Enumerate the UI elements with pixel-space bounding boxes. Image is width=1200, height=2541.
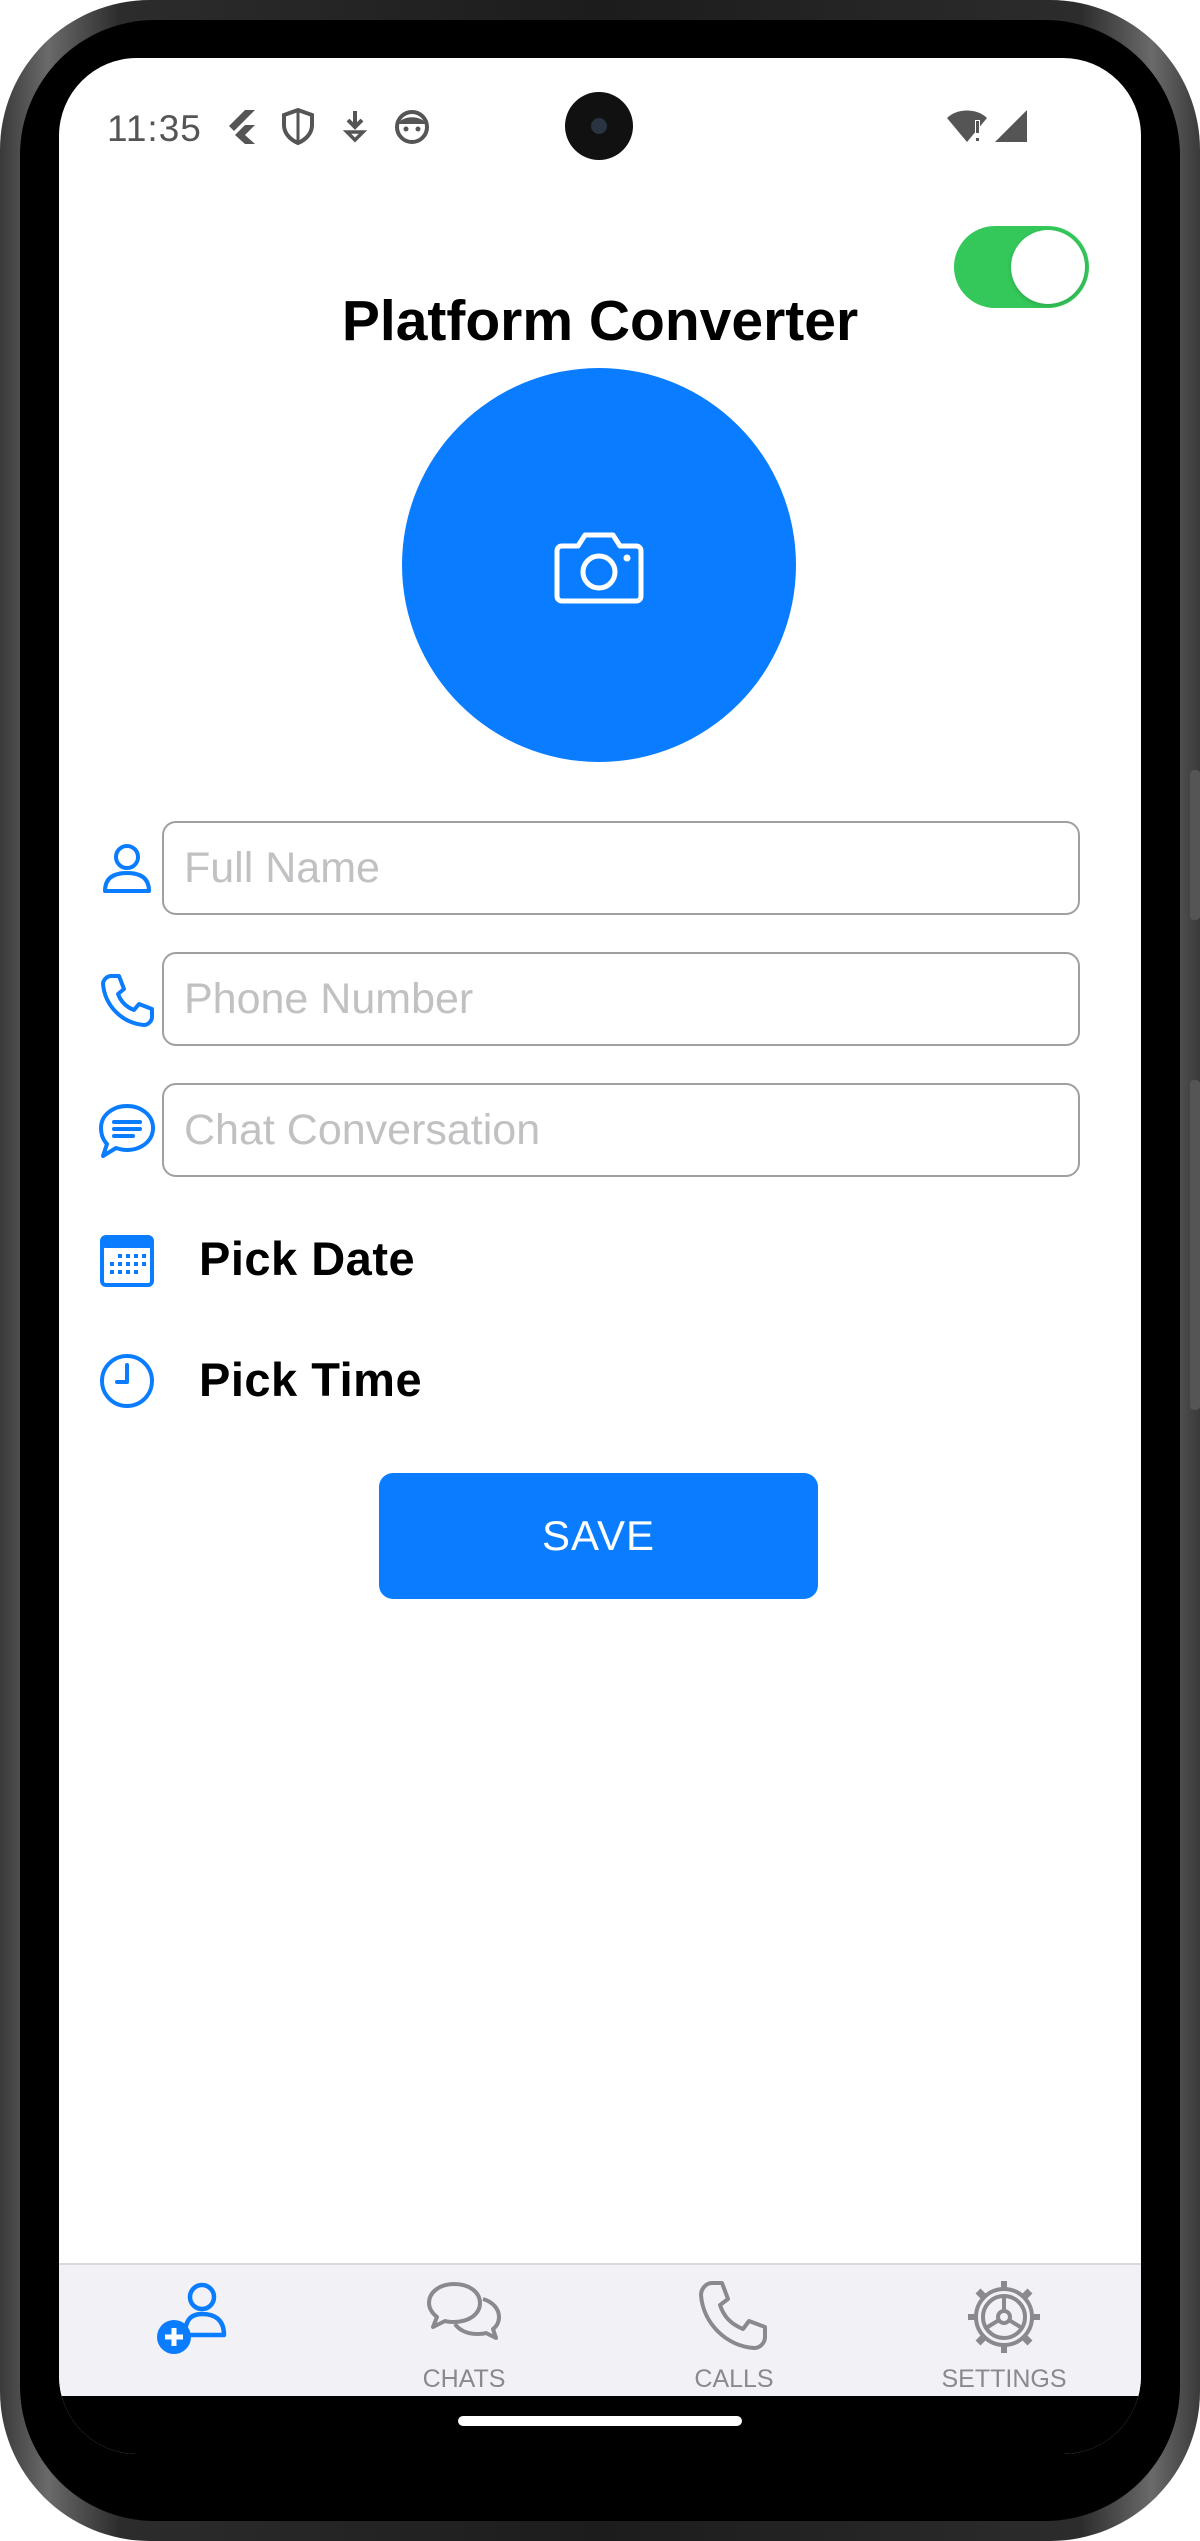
chat-conversation-row: [97, 1083, 1103, 1177]
tab-chats-label: CHATS: [422, 2365, 506, 2393]
shield-icon: [282, 107, 314, 146]
tab-calls-label: CALLS: [694, 2365, 774, 2393]
chat-conversation-input[interactable]: [162, 1083, 1080, 1177]
app-screen: 11:35 Platform Converter Full Name Phone…: [59, 58, 1141, 2454]
volume-button: [1190, 1080, 1200, 1410]
tab-chats[interactable]: CHATS: [329, 2265, 599, 2398]
flutter-icon: [229, 110, 255, 144]
toggle-knob: [1011, 230, 1085, 304]
tab-calls[interactable]: CALLS: [599, 2265, 869, 2398]
pick-date-label: Pick Date: [199, 1232, 416, 1285]
signal-icon: [995, 110, 1027, 142]
profile-photo-button[interactable]: [402, 368, 796, 762]
phone-number-row: [97, 952, 1103, 1046]
front-camera: [565, 92, 633, 160]
add-contact-icon: [157, 2282, 227, 2354]
calendar-icon: [100, 1235, 154, 1287]
platform-toggle[interactable]: [954, 226, 1089, 308]
phone-icon: [101, 974, 154, 1027]
save-button[interactable]: SAVE: [379, 1473, 818, 1599]
full-name-row: [97, 821, 1103, 915]
download-icon: [342, 111, 368, 143]
bottom-tab-bar: CHATS CALLS SETTINGS: [59, 2263, 1141, 2398]
full-name-input[interactable]: [162, 821, 1080, 915]
person-icon: [103, 844, 151, 893]
android-face-icon: [395, 110, 429, 144]
phone-number-input[interactable]: [162, 952, 1080, 1046]
pick-time-label: Pick Time: [199, 1353, 423, 1406]
tab-settings[interactable]: SETTINGS: [869, 2265, 1139, 2398]
settings-icon: [968, 2281, 1040, 2353]
chat-bubble-icon: [99, 1104, 155, 1158]
wifi-alert-icon: [947, 110, 987, 142]
phone-frame: 11:35 Platform Converter Full Name Phone…: [0, 0, 1200, 2541]
chats-icon: [427, 2282, 501, 2340]
tab-settings-label: SETTINGS: [941, 2365, 1067, 2393]
camera-icon: [554, 532, 644, 604]
calls-icon: [699, 2281, 767, 2350]
clock-icon: [100, 1354, 154, 1408]
system-nav-bar: [59, 2396, 1141, 2454]
pick-date-button[interactable]: Pick Date: [97, 1225, 797, 1295]
power-button: [1190, 770, 1200, 920]
pick-time-button[interactable]: Pick Time: [97, 1346, 797, 1416]
tab-add-contact[interactable]: [59, 2265, 329, 2398]
home-indicator[interactable]: [458, 2416, 742, 2426]
status-bar: 11:35: [59, 58, 1141, 198]
status-time: 11:35: [107, 108, 202, 149]
